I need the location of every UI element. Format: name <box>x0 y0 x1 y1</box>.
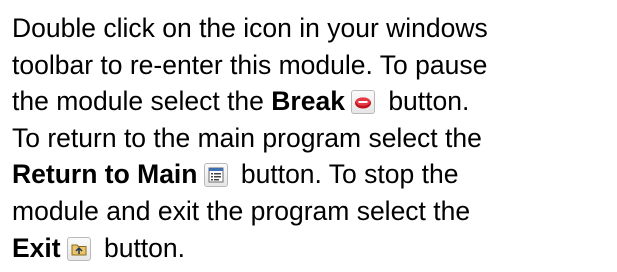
instruction-line-3: the module select the Break button. <box>12 86 470 117</box>
folder-exit-icon <box>71 244 87 256</box>
instructions-paragraph: Double click on the icon in your windows… <box>12 10 612 266</box>
break-button <box>350 90 375 115</box>
instruction-line-1: Double click on the icon in your windows <box>12 13 488 43</box>
instruction-line-7: Exit button. <box>12 232 186 263</box>
return-to-main-label: Return to Main <box>12 159 198 190</box>
return-to-main-button <box>203 163 228 188</box>
document-list-icon <box>208 167 223 183</box>
instruction-line-4: To return to the main program select the <box>12 122 482 153</box>
exit-button <box>66 236 91 261</box>
instruction-line-6: module and exit the program select the <box>12 195 471 226</box>
exit-label: Exit <box>12 232 61 263</box>
instruction-line-5: Return to Main button. To stop the <box>12 159 459 190</box>
stop-sign-icon <box>354 97 371 109</box>
break-label: Break <box>271 86 345 117</box>
instruction-line-2: toolbar to re-enter this module. To paus… <box>12 49 488 80</box>
